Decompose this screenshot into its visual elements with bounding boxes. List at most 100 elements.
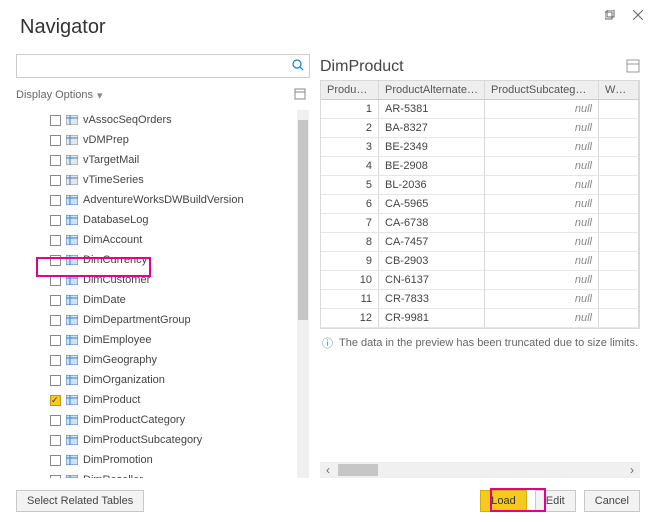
table-icon bbox=[66, 454, 78, 466]
cell-weight bbox=[599, 233, 639, 251]
column-header[interactable]: Weigh bbox=[599, 81, 639, 99]
chevron-down-icon: ▾ bbox=[97, 89, 103, 102]
checkbox[interactable] bbox=[50, 115, 61, 126]
table-icon bbox=[66, 474, 78, 478]
cell-productkey: 8 bbox=[321, 233, 379, 251]
cell-weight bbox=[599, 309, 639, 327]
edit-button[interactable]: Edit bbox=[535, 490, 576, 512]
grid-row[interactable]: 7CA-6738null bbox=[321, 214, 639, 233]
cancel-button[interactable]: Cancel bbox=[584, 490, 640, 512]
cell-productkey: 2 bbox=[321, 119, 379, 137]
tree-item[interactable]: DimReseller bbox=[16, 470, 295, 478]
tree-item[interactable]: vTimeSeries bbox=[16, 170, 295, 190]
scrollbar-thumb[interactable] bbox=[338, 464, 378, 476]
checkbox[interactable] bbox=[50, 335, 61, 346]
cell-productkey: 4 bbox=[321, 157, 379, 175]
checkbox[interactable] bbox=[50, 275, 61, 286]
checkbox[interactable] bbox=[50, 355, 61, 366]
view-icon bbox=[66, 174, 78, 186]
table-icon bbox=[66, 354, 78, 366]
cell-productkey: 10 bbox=[321, 271, 379, 289]
grid-row[interactable]: 2BA-8327null bbox=[321, 119, 639, 138]
tree-item[interactable]: DimProduct bbox=[16, 390, 295, 410]
refresh-icon[interactable] bbox=[294, 88, 306, 103]
preview-grid: ProductKey ProductAlternateKey ProductSu… bbox=[320, 80, 640, 329]
scroll-left-arrow[interactable]: ‹ bbox=[320, 462, 336, 478]
load-button[interactable]: Load bbox=[480, 490, 526, 512]
tree-item-label: DimAccount bbox=[83, 234, 142, 246]
preview-options-icon[interactable] bbox=[626, 59, 640, 76]
checkbox[interactable] bbox=[50, 295, 61, 306]
tree-item[interactable]: AdventureWorksDWBuildVersion bbox=[16, 190, 295, 210]
checkbox[interactable] bbox=[50, 135, 61, 146]
table-icon bbox=[66, 334, 78, 346]
tree-vertical-scrollbar[interactable] bbox=[297, 110, 309, 478]
grid-row[interactable]: 1AR-5381null bbox=[321, 100, 639, 119]
tree-item[interactable]: DimCustomer bbox=[16, 270, 295, 290]
scrollbar-thumb[interactable] bbox=[298, 120, 308, 320]
view-icon bbox=[66, 134, 78, 146]
grid-row[interactable]: 8CA-7457null bbox=[321, 233, 639, 252]
preview-horizontal-scrollbar[interactable]: ‹ › bbox=[320, 462, 640, 478]
scroll-right-arrow[interactable]: › bbox=[624, 462, 640, 478]
cell-subcategorykey: null bbox=[485, 157, 599, 175]
tree-item-label: DimCurrency bbox=[83, 254, 147, 266]
cell-weight bbox=[599, 290, 639, 308]
table-icon bbox=[66, 414, 78, 426]
tree-item[interactable]: vAssocSeqOrders bbox=[16, 110, 295, 130]
info-icon: ⓘ bbox=[322, 335, 333, 351]
grid-row[interactable]: 9CB-2903null bbox=[321, 252, 639, 271]
window-restore-button[interactable] bbox=[596, 3, 624, 27]
checkbox[interactable] bbox=[50, 155, 61, 166]
cell-alternatekey: BA-8327 bbox=[379, 119, 485, 137]
grid-row[interactable]: 6CA-5965null bbox=[321, 195, 639, 214]
column-header[interactable]: ProductAlternateKey bbox=[379, 81, 485, 99]
checkbox[interactable] bbox=[50, 255, 61, 266]
view-icon bbox=[66, 114, 78, 126]
tree-item[interactable]: vDMPrep bbox=[16, 130, 295, 150]
tree-item[interactable]: DimDate bbox=[16, 290, 295, 310]
tree-item[interactable]: DimGeography bbox=[16, 350, 295, 370]
display-options-row[interactable]: Display Options ▾ bbox=[16, 84, 310, 106]
grid-row[interactable]: 3BE-2349null bbox=[321, 138, 639, 157]
tree-item[interactable]: DimProductCategory bbox=[16, 410, 295, 430]
tree-item-label: DimProductCategory bbox=[83, 414, 185, 426]
tree-item[interactable]: DimProductSubcategory bbox=[16, 430, 295, 450]
checkbox[interactable] bbox=[50, 315, 61, 326]
checkbox[interactable] bbox=[50, 235, 61, 246]
select-related-tables-button[interactable]: Select Related Tables bbox=[16, 490, 144, 512]
checkbox[interactable] bbox=[50, 375, 61, 386]
tree-item[interactable]: vTargetMail bbox=[16, 150, 295, 170]
tree-item[interactable]: DimAccount bbox=[16, 230, 295, 250]
checkbox[interactable] bbox=[50, 475, 61, 479]
cell-subcategorykey: null bbox=[485, 119, 599, 137]
checkbox[interactable] bbox=[50, 415, 61, 426]
tree-item-label: DatabaseLog bbox=[83, 214, 148, 226]
tree-item[interactable]: DimPromotion bbox=[16, 450, 295, 470]
tree-item[interactable]: DimEmployee bbox=[16, 330, 295, 350]
tree-item[interactable]: DimOrganization bbox=[16, 370, 295, 390]
column-header[interactable]: ProductSubcategoryKey bbox=[485, 81, 599, 99]
tree-item[interactable]: DatabaseLog bbox=[16, 210, 295, 230]
cell-alternatekey: CA-7457 bbox=[379, 233, 485, 251]
grid-row[interactable]: 4BE-2908null bbox=[321, 157, 639, 176]
grid-row[interactable]: 12CR-9981null bbox=[321, 309, 639, 328]
navigator-left-panel: Display Options ▾ vAssocSeqOrdersvDMPrep… bbox=[16, 54, 310, 478]
search-input[interactable] bbox=[17, 60, 287, 72]
grid-row[interactable]: 5BL-2036null bbox=[321, 176, 639, 195]
checkbox[interactable] bbox=[50, 435, 61, 446]
tree-item[interactable]: DimDepartmentGroup bbox=[16, 310, 295, 330]
checkbox[interactable] bbox=[50, 395, 61, 406]
checkbox[interactable] bbox=[50, 215, 61, 226]
view-icon bbox=[66, 154, 78, 166]
grid-row[interactable]: 11CR-7833null bbox=[321, 290, 639, 309]
window-close-button[interactable] bbox=[624, 3, 652, 27]
grid-row[interactable]: 10CN-6137null bbox=[321, 271, 639, 290]
column-header[interactable]: ProductKey bbox=[321, 81, 379, 99]
search-icon[interactable] bbox=[287, 59, 309, 74]
table-tree[interactable]: vAssocSeqOrdersvDMPrepvTargetMailvTimeSe… bbox=[16, 110, 309, 478]
checkbox[interactable] bbox=[50, 175, 61, 186]
checkbox[interactable] bbox=[50, 455, 61, 466]
checkbox[interactable] bbox=[50, 195, 61, 206]
tree-item[interactable]: DimCurrency bbox=[16, 250, 295, 270]
